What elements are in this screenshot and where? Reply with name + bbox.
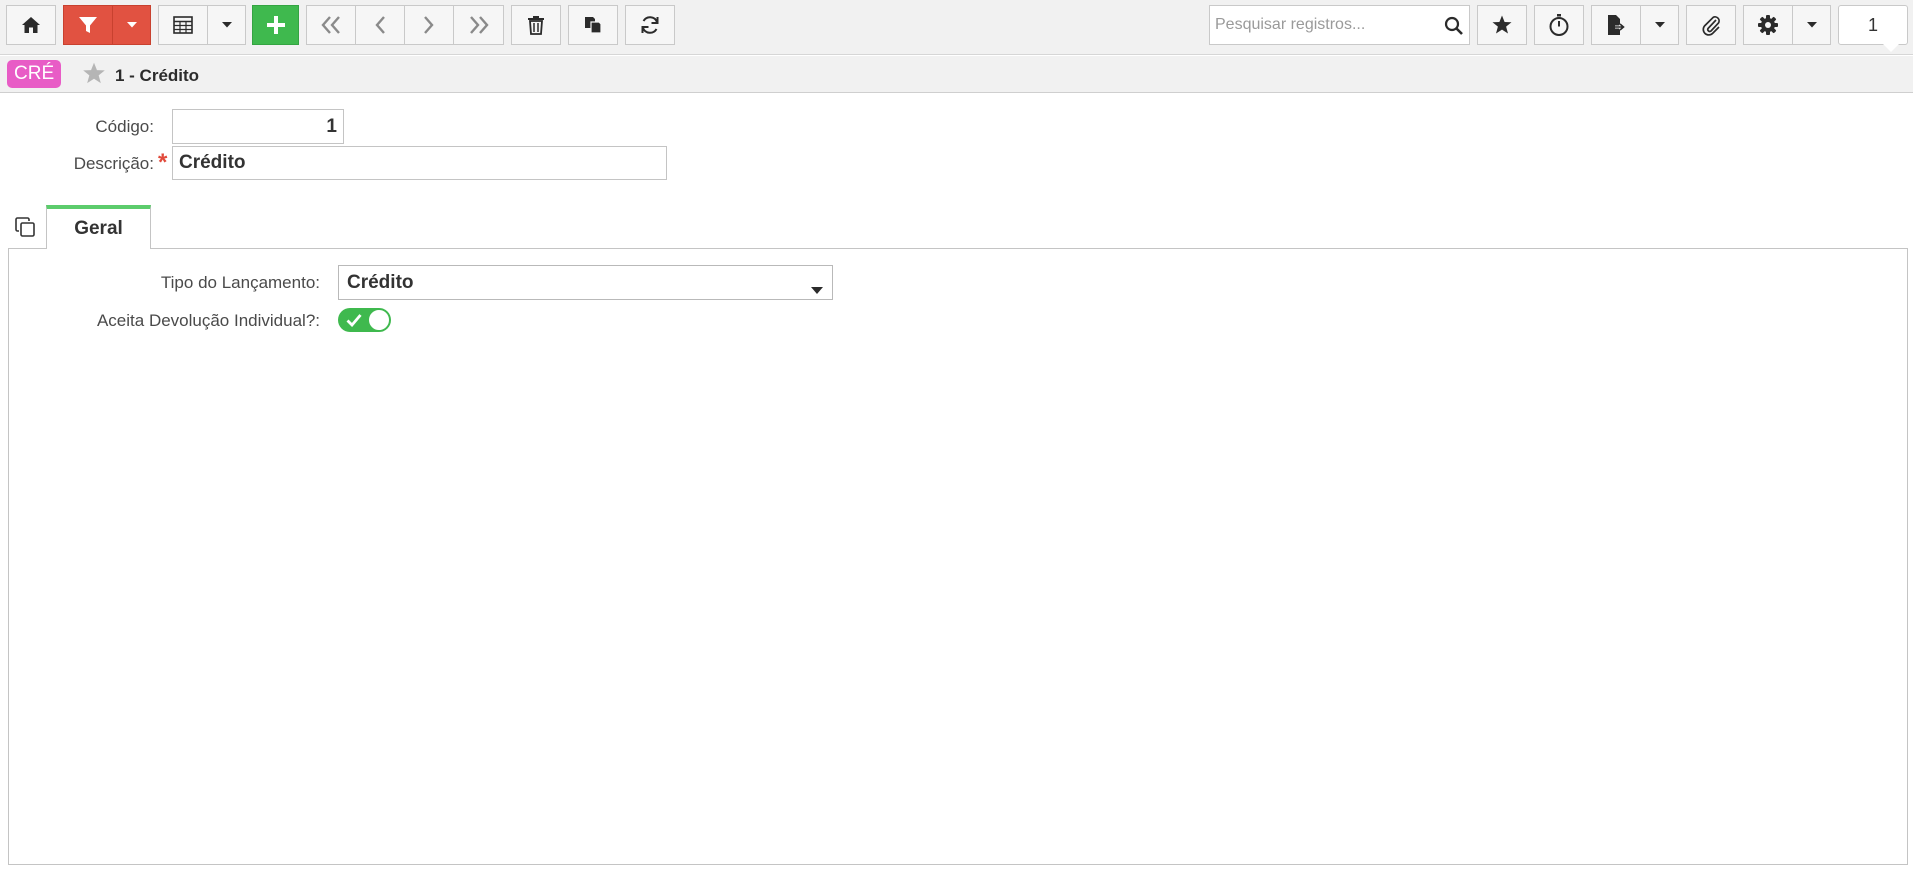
grid-view-button[interactable] [158,5,208,45]
chevron-down-icon [810,279,824,301]
grid-view-dropdown-button[interactable] [207,5,246,45]
favorite-button[interactable] [1477,5,1527,45]
gear-icon [1758,15,1778,35]
export-dropdown-button[interactable] [1640,5,1679,45]
required-marker: * [158,149,168,176]
timer-button[interactable] [1534,5,1584,45]
tipo-lancamento-value: Crédito [347,271,414,293]
check-icon [346,313,362,332]
search-icon[interactable] [1444,16,1464,41]
descricao-label: Descrição: [73,154,154,173]
export-button[interactable] [1591,5,1641,45]
record-title: 1 - Crédito [115,66,200,85]
toggle-knob [368,309,390,331]
caret-down-icon [221,22,232,28]
timer-icon [1549,14,1569,36]
tab-panel-geral [8,248,1908,865]
filter-dropdown-button[interactable] [112,5,151,45]
first-record-button[interactable] [306,5,356,45]
home-icon [22,17,40,33]
tab-geral[interactable]: Geral [46,205,151,249]
search-input[interactable] [1210,7,1435,43]
refresh-button[interactable] [625,5,675,45]
grid-icon [173,16,193,34]
caret-down-icon [1806,22,1817,28]
devolucao-individual-toggle[interactable] [338,308,391,332]
codigo-field[interactable]: 1 [172,109,344,144]
favorite-star-icon[interactable] [81,61,107,91]
delete-button[interactable] [511,5,561,45]
double-chevron-left-icon [321,16,340,34]
chevron-right-icon [424,16,434,34]
caret-down-icon [126,22,137,28]
tipo-lancamento-label: Tipo do Lançamento: [160,273,320,292]
duplicate-button[interactable] [568,5,618,45]
record-type-badge: CRÉ [7,60,62,88]
page-number[interactable]: 1 [1838,5,1908,52]
duplicate-tab-icon[interactable] [14,216,36,243]
chevron-left-icon [375,16,385,34]
settings-dropdown-button[interactable] [1792,5,1831,45]
paperclip-icon [1702,16,1720,36]
codigo-label: Código: [95,117,154,136]
export-icon [1608,15,1626,35]
tipo-lancamento-select[interactable]: Crédito [338,265,833,300]
prev-record-button[interactable] [355,5,405,45]
search-box [1209,5,1470,45]
caret-down-icon [1654,22,1665,28]
refresh-icon [641,16,659,34]
copy-icon [585,17,602,34]
descricao-field[interactable]: Crédito [172,146,667,180]
filter-button[interactable] [63,5,113,45]
next-record-button[interactable] [404,5,454,45]
star-icon [1492,15,1512,34]
record-header: CRÉ 1 - Crédito [0,56,1913,93]
trash-icon [528,16,544,35]
filter-icon [79,17,97,33]
main-toolbar: 1 [0,0,1913,55]
last-record-button[interactable] [453,5,504,45]
home-button[interactable] [6,5,56,45]
settings-button[interactable] [1743,5,1793,45]
add-record-button[interactable] [252,5,299,45]
plus-icon [266,16,285,34]
devolucao-individual-label: Aceita Devolução Individual?: [96,311,320,330]
double-chevron-right-icon [469,16,489,34]
attach-button[interactable] [1686,5,1736,45]
